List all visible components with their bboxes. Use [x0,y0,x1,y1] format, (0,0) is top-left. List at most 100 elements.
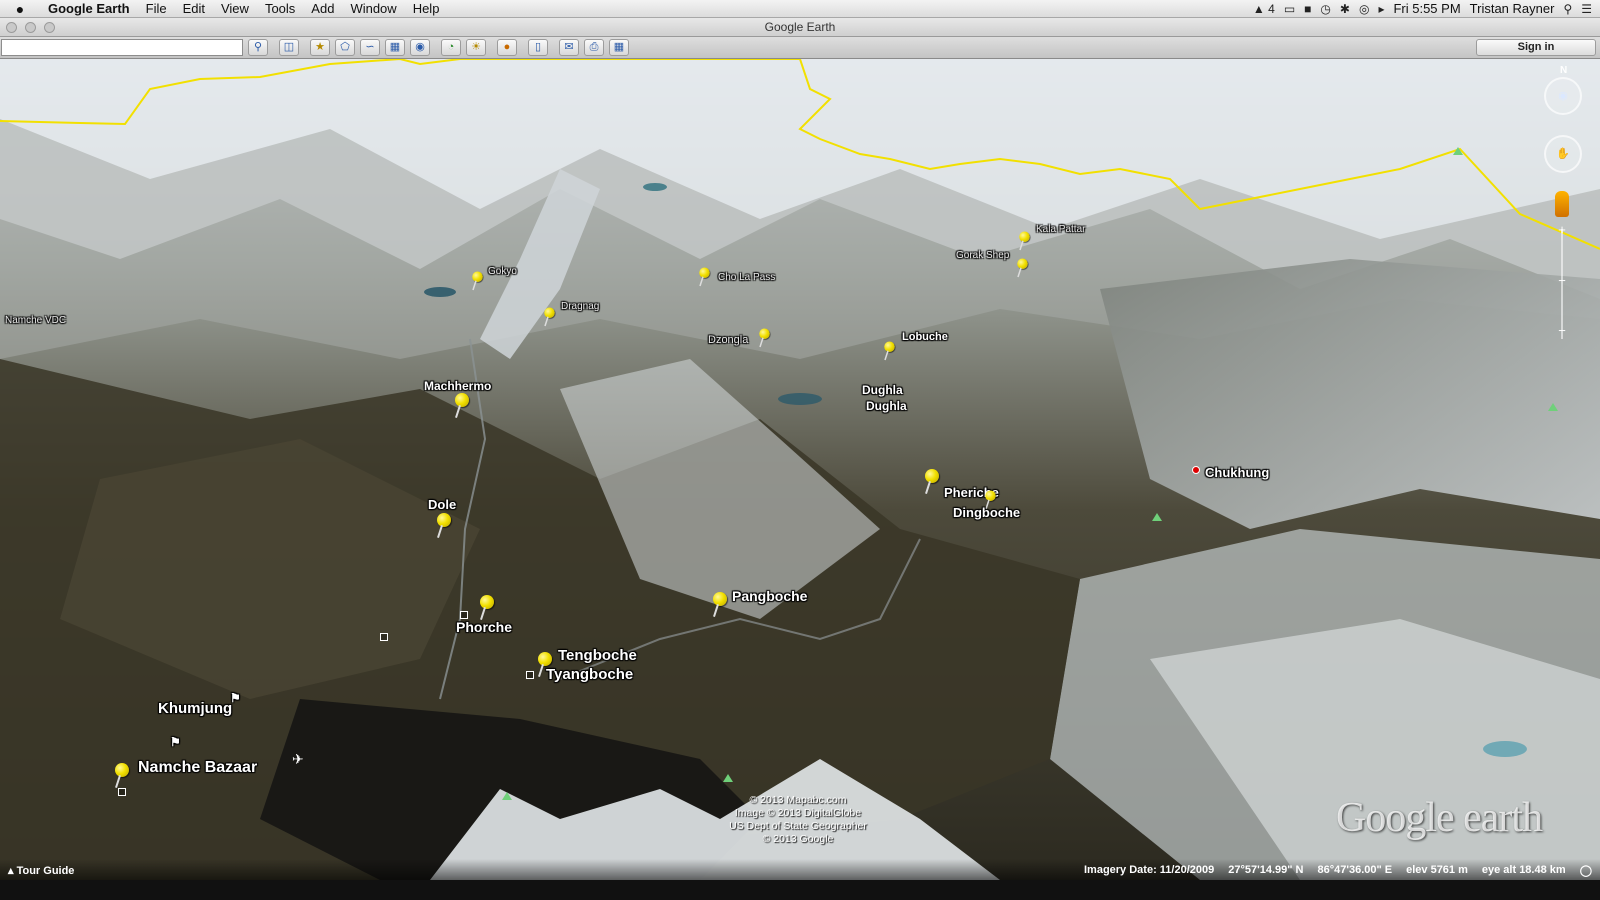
flag-icon[interactable]: ⚑ [230,691,241,705]
copyright-line: © 2013 Google [762,833,834,845]
tour-guide-toggle[interactable]: ▴ Tour Guide [8,864,74,877]
location-dot-icon[interactable] [1192,466,1200,474]
add-polygon-icon[interactable]: ⬠ [335,39,355,56]
placemark-pin[interactable] [757,328,771,349]
flag-icon[interactable]: ⚑ [170,735,181,749]
print-icon[interactable]: ⎙ [584,39,604,56]
placemark-pin[interactable] [434,513,452,539]
view-in-maps-icon[interactable]: ▦ [609,39,629,56]
ruler-icon[interactable]: ▯ [528,39,548,56]
hotel-icon[interactable] [460,611,468,619]
look-joystick-icon[interactable]: ◉ [1544,77,1582,115]
add-path-icon[interactable]: ∽ [360,39,380,56]
label-khumjung[interactable]: Khumjung [158,700,232,717]
record-tour-icon[interactable]: ◉ [410,39,430,56]
placemark-pin[interactable] [470,271,484,292]
wifi-icon[interactable]: ◎ [1359,2,1369,16]
streaming-indicator-icon: ◯ [1579,865,1592,877]
label-namche-vdc[interactable]: Namche VDC [5,315,66,326]
menu-file[interactable]: File [138,1,175,16]
status-overlay: ▴ Tour Guide Imagery Date: 11/20/2009 27… [0,859,1600,880]
placemark-pin[interactable] [882,341,896,362]
label-lobuche[interactable]: Lobuche [902,331,948,343]
sunlight-icon[interactable]: ☀ [466,39,486,56]
label-phorche[interactable]: Phorche [456,619,512,635]
tour-guide-label: Tour Guide [16,865,75,877]
placemark-pin[interactable] [1015,258,1029,279]
zoom-in-icon[interactable]: + [1555,223,1569,237]
zoom-out-icon[interactable]: − [1555,274,1569,288]
earth-3d-view[interactable]: ✈ Gokyo Dragnag Cho La Pass Kala Pattar … [0,59,1600,880]
label-machhermo[interactable]: Machhermo [424,379,491,393]
north-indicator[interactable]: N [1560,65,1567,76]
search-input[interactable] [1,39,243,56]
menu-edit[interactable]: Edit [175,1,213,16]
copyright-line: © 2013 Mapabc.com [749,794,847,806]
image-overlay-icon[interactable]: ▦ [385,39,405,56]
placemark-pin[interactable] [452,393,470,419]
planets-icon[interactable]: ● [497,39,517,56]
minimize-window-button[interactable] [25,22,36,33]
apple-menu-icon[interactable]: ● [0,1,40,17]
menu-window[interactable]: Window [342,1,404,16]
menu-add[interactable]: Add [303,1,342,16]
zoom-out-icon[interactable]: − [1555,324,1569,338]
placemark-pin[interactable] [1017,231,1031,252]
label-kala-pattar[interactable]: Kala Pattar [1036,224,1085,235]
street-view-pegman-icon[interactable] [1555,191,1569,217]
label-chukhung[interactable]: Chukhung [1205,465,1269,480]
label-gorak-shep[interactable]: Gorak Shep [956,250,1009,261]
sign-in-button[interactable]: Sign in [1476,39,1596,56]
label-dzongla[interactable]: Dzongla [708,334,748,346]
spotlight-search-icon[interactable]: ⚲ [1563,2,1572,16]
label-cho-la-pass[interactable]: Cho La Pass [718,272,775,283]
svg-text:✈: ✈ [292,752,304,768]
move-joystick-icon[interactable]: ✋ [1544,135,1582,173]
copyright-line: US Dept of State Geographer [729,820,867,832]
terrain-imagery: ✈ [0,59,1600,880]
label-namche-bazaar[interactable]: Namche Bazaar [138,759,257,777]
time-machine-icon[interactable]: ◷ [1320,2,1330,16]
placemark-pin[interactable] [697,267,711,288]
menu-help[interactable]: Help [405,1,448,16]
adobe-icon[interactable]: ▲ 4 [1253,2,1275,16]
add-placemark-icon[interactable]: ★ [310,39,330,56]
menu-view[interactable]: View [213,1,257,16]
notification-center-icon[interactable]: ☰ [1581,2,1592,16]
label-dingboche[interactable]: Dingboche [953,505,1020,520]
zoom-window-button[interactable] [44,22,55,33]
placemark-pin[interactable] [542,307,556,328]
hotel-icon[interactable] [380,633,388,641]
imagery-date: Imagery Date: 11/20/2009 [1083,864,1215,876]
navigation-controls: N ◉ ✋ + − − [1540,59,1590,349]
label-gokyo[interactable]: Gokyo [488,266,517,277]
menu-app[interactable]: Google Earth [40,1,138,16]
label-dole[interactable]: Dole [428,497,456,512]
menu-tools[interactable]: Tools [257,1,303,16]
user-name[interactable]: Tristan Rayner [1470,1,1555,16]
window-bottom-edge [0,880,1600,900]
monastery-icon[interactable] [526,671,534,679]
label-dughla[interactable]: Dughla [862,383,903,397]
sidebar-toggle-icon[interactable]: ◫ [279,39,299,56]
placemark-pin[interactable] [710,592,728,618]
window-title-bar: Google Earth [0,18,1600,37]
volume-icon[interactable]: ▸ [1378,2,1384,16]
label-tyangboche[interactable]: Tyangboche [546,666,633,683]
search-button[interactable]: ⚲ [248,39,268,56]
historical-imagery-icon[interactable]: ◔ [441,39,461,56]
clock[interactable]: Fri 5:55 PM [1393,1,1460,16]
close-window-button[interactable] [6,22,17,33]
label-tengboche[interactable]: Tengboche [558,647,637,664]
lock-icon[interactable]: ■ [1304,2,1311,16]
bluetooth-icon[interactable]: ✱ [1340,2,1350,16]
label-dughla-2[interactable]: Dughla [866,399,907,413]
email-icon[interactable]: ✉ [559,39,579,56]
placemark-pin[interactable] [112,763,130,789]
placemark-pin[interactable] [477,595,495,621]
airplay-icon[interactable]: ▭ [1284,2,1295,16]
label-dragnag[interactable]: Dragnag [561,301,599,312]
hotel-icon[interactable] [118,788,126,796]
placemark-pin[interactable] [922,469,940,495]
label-pangboche[interactable]: Pangboche [732,588,807,604]
